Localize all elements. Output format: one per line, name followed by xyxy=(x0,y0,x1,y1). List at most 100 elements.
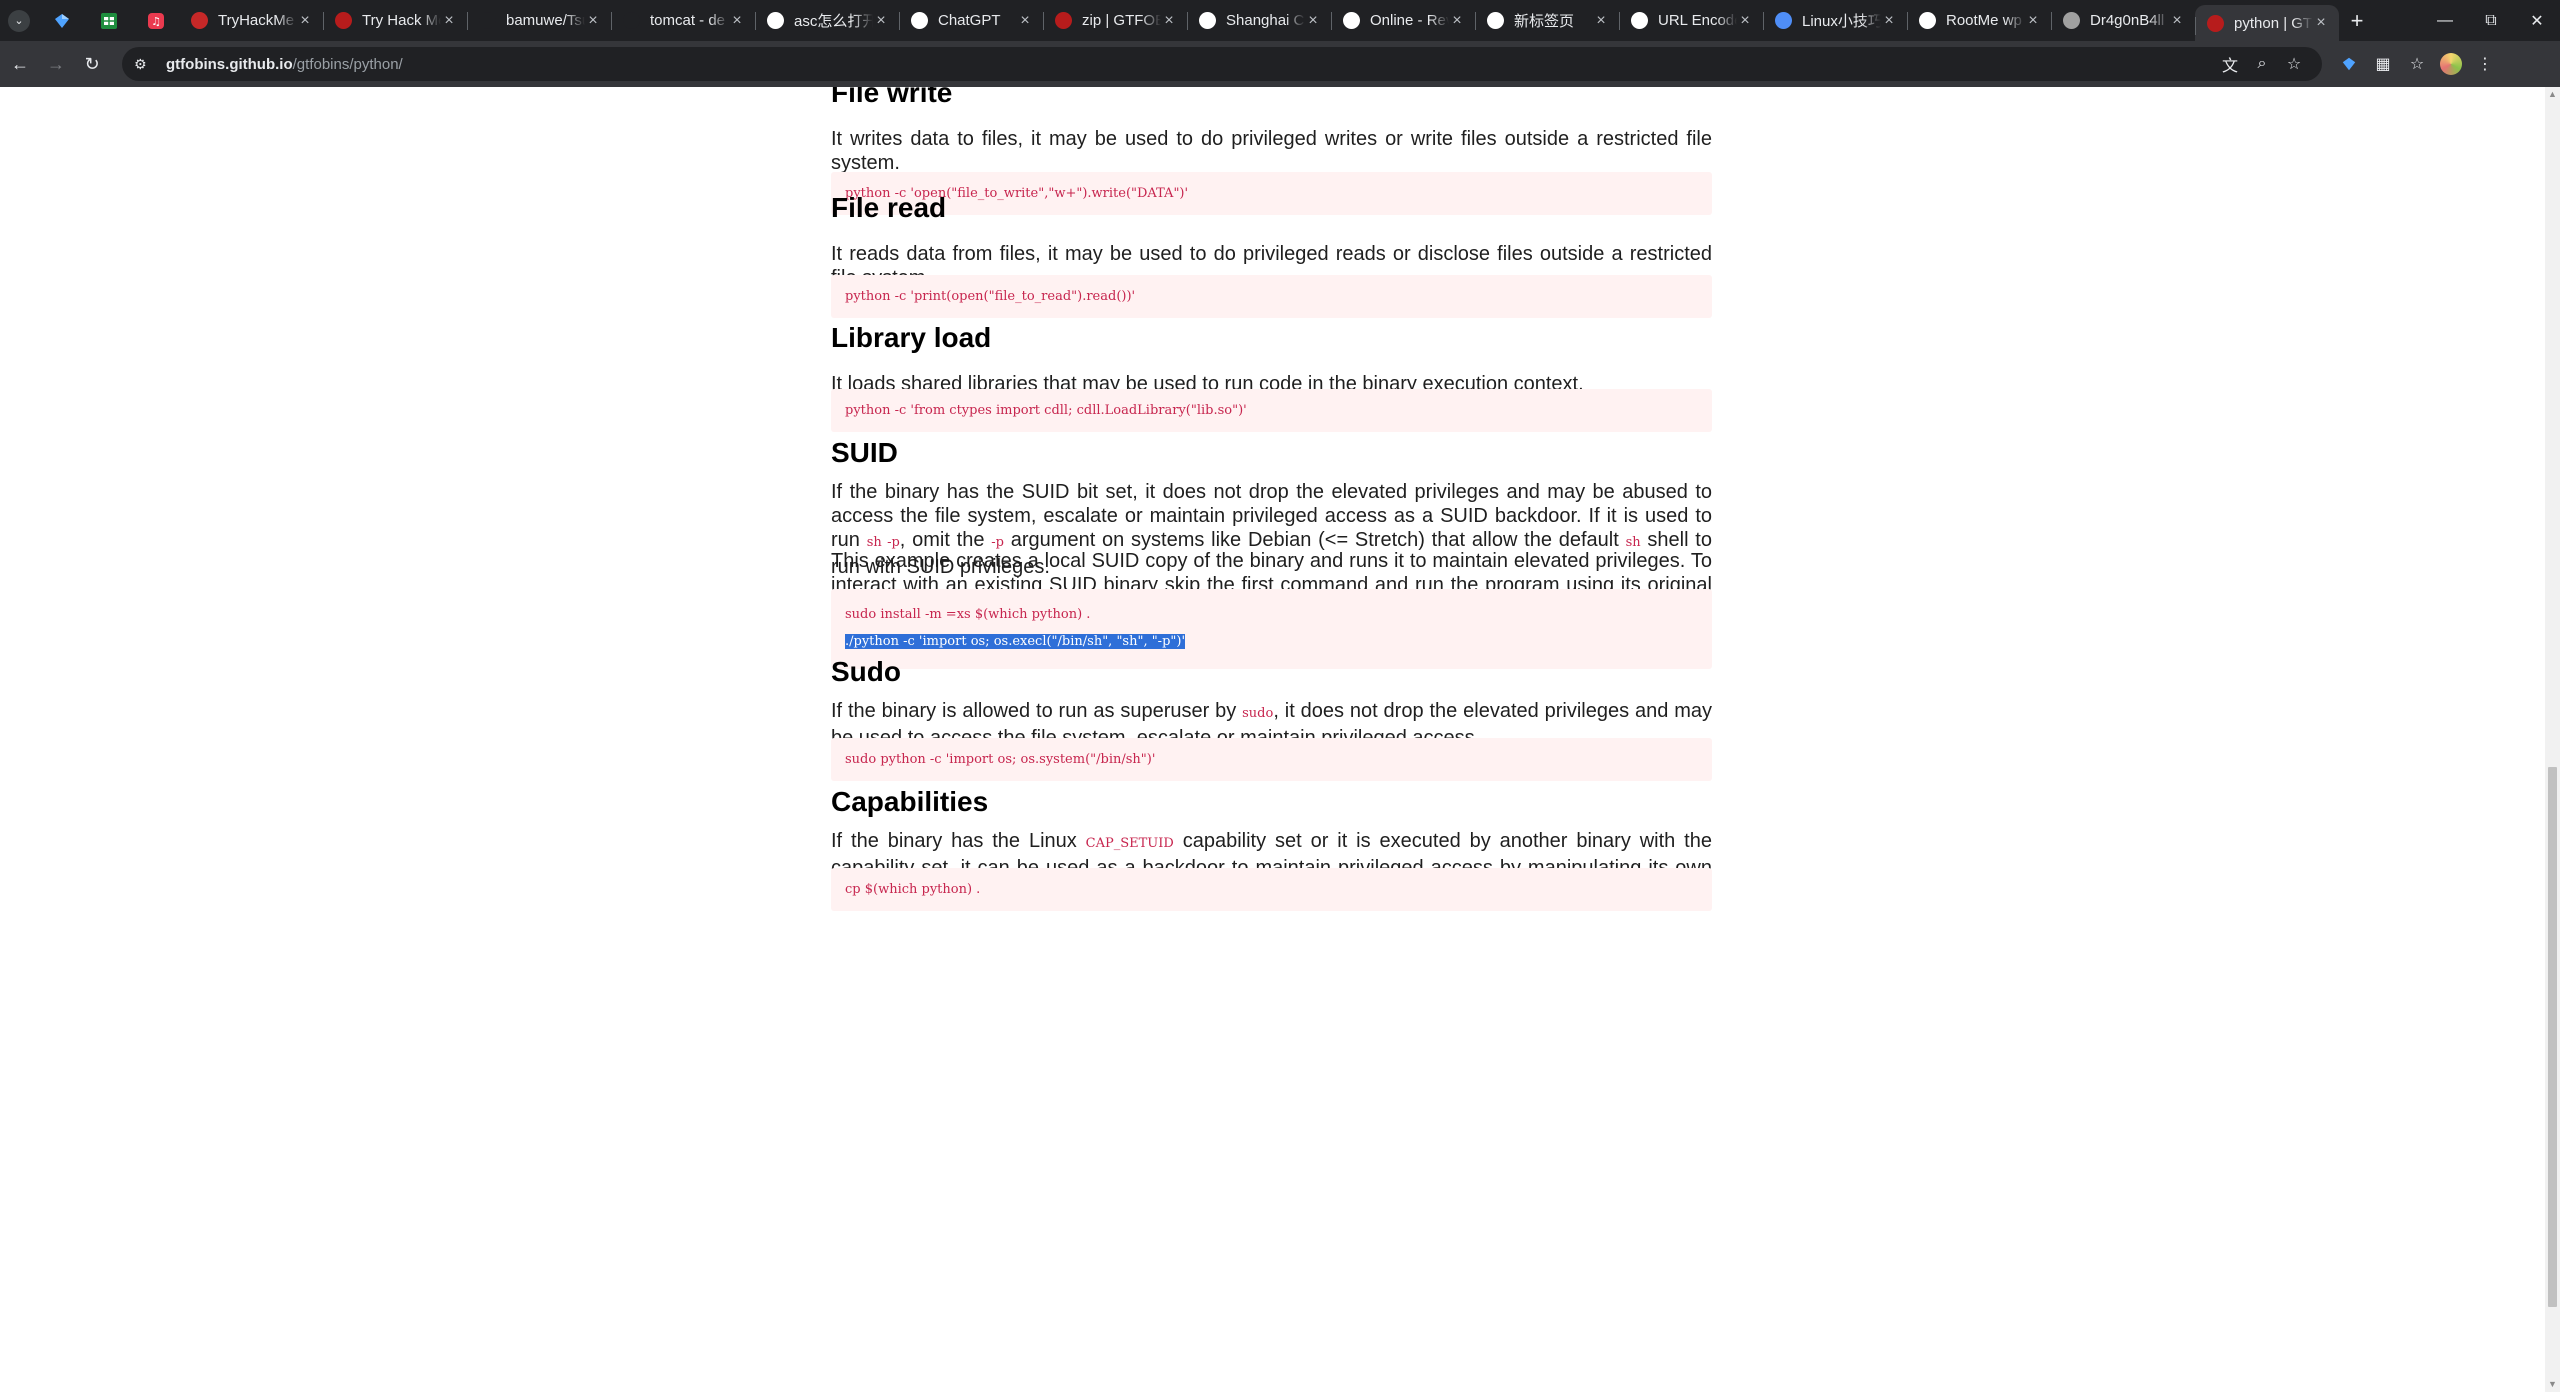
tab-close-icon[interactable]: × xyxy=(1161,12,1177,30)
code-line[interactable]: ./python -c 'import os; os.execl("/bin/s… xyxy=(845,634,1186,649)
translate-icon[interactable]: 文 xyxy=(2214,52,2246,76)
back-button[interactable]: ← xyxy=(4,48,36,80)
browser-tab[interactable]: tomcat - de × xyxy=(611,0,755,41)
restore-button[interactable]: ⧉ xyxy=(2468,0,2514,41)
gtfobins-icon xyxy=(2207,14,2224,32)
globe-icon xyxy=(1487,12,1504,29)
reload-button[interactable]: ↻ xyxy=(76,48,108,80)
tryhackme-icon xyxy=(191,12,208,29)
tab-close-icon[interactable]: × xyxy=(2169,12,2185,30)
pinned-tab[interactable] xyxy=(85,0,132,41)
tab-title: Shanghai Ch xyxy=(1226,12,1305,29)
site-info-icon[interactable]: ⚙ xyxy=(134,56,154,73)
section-heading: Capabilities xyxy=(831,786,989,817)
tab-title: Dr4g0nB4ll xyxy=(2090,12,2165,29)
section-heading: Library load xyxy=(831,322,992,353)
inline-code: sh -p xyxy=(866,535,900,550)
tab-close-icon[interactable]: × xyxy=(1305,12,1321,30)
google-icon xyxy=(1199,12,1216,29)
tab-close-icon[interactable]: × xyxy=(297,12,313,30)
address-bar[interactable]: ⚙ gtfobins.github.io/gtfobins/python/ 文 … xyxy=(122,47,2322,81)
extension-diamond-icon[interactable] xyxy=(2332,47,2366,81)
tab-close-icon[interactable]: × xyxy=(2313,14,2329,32)
minimize-button[interactable]: — xyxy=(2422,0,2468,41)
tab-close-icon[interactable]: × xyxy=(873,12,889,30)
browser-tab[interactable]: Try Hack Me × xyxy=(323,0,467,41)
browser-tab[interactable]: Shanghai Ch × xyxy=(1187,0,1331,41)
code-line[interactable]: python -c 'from ctypes import cdll; cdll… xyxy=(845,403,1247,418)
section-paragraph: It writes data to files, it may be used … xyxy=(831,128,1712,174)
chatgpt-icon xyxy=(911,12,928,29)
code-line[interactable]: cp $(which python) . xyxy=(845,882,980,897)
code-line[interactable]: sudo install -m =xs $(which python) . xyxy=(845,607,1090,622)
zoom-icon[interactable]: ⌕ xyxy=(2246,55,2278,73)
gtfobins-icon xyxy=(1055,12,1072,29)
browser-tab[interactable]: Dr4g0nB4ll × xyxy=(2051,0,2195,41)
forward-button[interactable]: → xyxy=(40,48,72,80)
browser-tab[interactable]: 新标签页 × xyxy=(1475,0,1619,41)
tab-close-icon[interactable]: × xyxy=(2025,12,2041,30)
plus-icon: + xyxy=(2350,7,2364,33)
tab-title: Try Hack Me xyxy=(362,12,441,29)
section-heading: SUID xyxy=(831,437,898,468)
bookmark-icon xyxy=(1775,12,1792,29)
code-line[interactable]: sudo python -c 'import os; os.system("/b… xyxy=(845,752,1155,767)
browser-tab[interactable]: Linux小技巧 × xyxy=(1763,0,1907,41)
scroll-down-icon[interactable]: ▼ xyxy=(2545,1377,2560,1392)
browser-tab[interactable]: ChatGPT × xyxy=(899,0,1043,41)
urlencode-icon xyxy=(1631,12,1648,29)
tab-close-icon[interactable]: × xyxy=(1593,12,1609,30)
browser-tab[interactable]: asc怎么打开 × xyxy=(755,0,899,41)
tab-close-icon[interactable]: × xyxy=(1737,12,1753,30)
star-icon[interactable]: ☆ xyxy=(2278,54,2310,74)
browser-tab[interactable]: URL Encode × xyxy=(1619,0,1763,41)
scroll-up-icon[interactable]: ▲ xyxy=(2545,87,2560,102)
code-block[interactable]: cp $(which python) . xyxy=(831,868,1712,911)
svg-text:♫: ♫ xyxy=(151,15,161,28)
inline-code: CAP_SETUID xyxy=(1085,836,1174,851)
browser-tab[interactable]: TryHackMe | × xyxy=(179,0,323,41)
minimize-icon: — xyxy=(2437,11,2453,29)
close-icon: ✕ xyxy=(2530,12,2544,30)
tab-close-icon[interactable]: × xyxy=(1449,12,1465,30)
new-tab-button[interactable]: + xyxy=(2339,0,2375,41)
tab-close-icon[interactable]: × xyxy=(1017,12,1033,30)
browser-tab[interactable]: zip | GTFOBi × xyxy=(1043,0,1187,41)
profile-button[interactable] xyxy=(2434,47,2468,81)
reading-list-icon[interactable]: ☆ xyxy=(2400,47,2434,81)
tab-title: bamuwe/Tsu xyxy=(506,12,585,29)
browser-toolbar: ← → ↻ ⚙ gtfobins.github.io/gtfobins/pyth… xyxy=(0,41,2560,87)
tab-close-icon[interactable]: × xyxy=(441,12,457,30)
tab-search-button[interactable]: ⌄ xyxy=(0,0,38,41)
browser-tab[interactable]: Online - Rev × xyxy=(1331,0,1475,41)
reload-icon: ↻ xyxy=(84,53,100,74)
url-path: /gtfobins/python/ xyxy=(292,55,403,73)
code-block[interactable]: python -c 'print(open("file_to_read").re… xyxy=(831,275,1712,318)
github-icon xyxy=(479,12,496,29)
tab-title: python | GTF xyxy=(2234,14,2313,32)
close-window-button[interactable]: ✕ xyxy=(2514,0,2560,41)
scrollbar-thumb[interactable] xyxy=(2548,767,2557,1307)
code-line[interactable]: python -c 'print(open("file_to_read").re… xyxy=(845,289,1135,304)
diamond-icon xyxy=(54,13,69,28)
tab-close-icon[interactable]: × xyxy=(585,12,601,30)
extensions-icon[interactable]: ▦ xyxy=(2366,47,2400,81)
tab-close-icon[interactable]: × xyxy=(1881,12,1897,30)
tab-title: tomcat - de xyxy=(650,12,726,29)
tab-close-icon[interactable]: × xyxy=(729,12,745,30)
pinned-tab[interactable]: ♫ xyxy=(132,0,179,41)
browser-tab[interactable]: bamuwe/Tsu × xyxy=(467,0,611,41)
browser-tab[interactable]: RootMe wp × xyxy=(1907,0,2051,41)
code-block[interactable]: python -c 'from ctypes import cdll; cdll… xyxy=(831,389,1712,432)
tab-strip: ⌄ ♫ TryHackMe | × Try Hack Me × bamuwe/Tsu × t… xyxy=(0,0,2560,41)
scrollbar[interactable]: ▲ ▼ xyxy=(2545,87,2560,1392)
menu-icon[interactable]: ⋮ xyxy=(2468,47,2502,81)
tab-title: TryHackMe | xyxy=(218,12,297,29)
google-icon xyxy=(1919,12,1936,29)
code-block[interactable]: sudo python -c 'import os; os.system("/b… xyxy=(831,738,1712,781)
section-heading: File read xyxy=(831,192,947,223)
pinned-tab[interactable] xyxy=(38,0,85,41)
browser-tab[interactable]: python | GTF × xyxy=(2195,5,2339,41)
tab-title: Linux小技巧 xyxy=(1802,13,1881,30)
tab-title: asc怎么打开 xyxy=(794,13,873,30)
